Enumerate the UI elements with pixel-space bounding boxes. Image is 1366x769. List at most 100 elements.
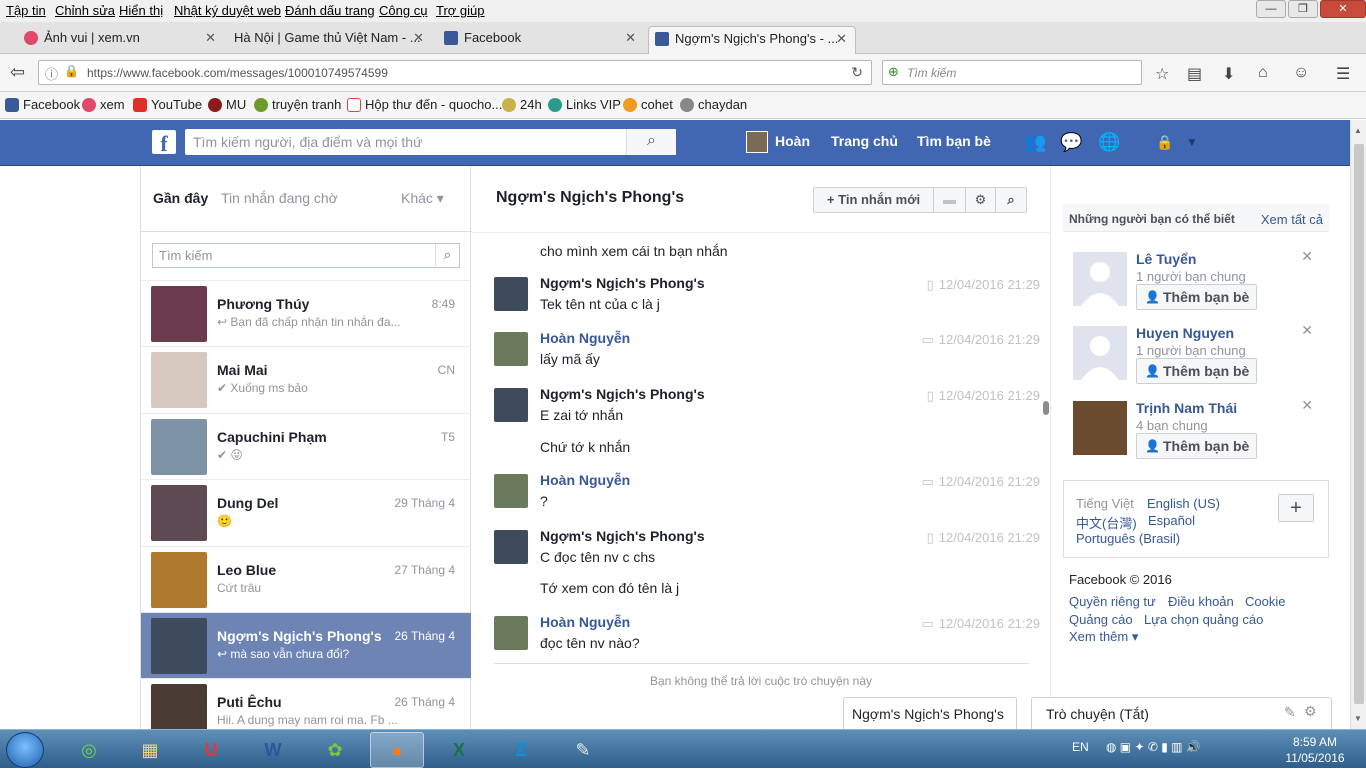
tab-recent[interactable]: Gần đây xyxy=(153,190,208,206)
tab-other[interactable]: Khác ▾ xyxy=(401,190,444,207)
restore-button[interactable]: ❐ xyxy=(1288,0,1318,18)
avatar[interactable] xyxy=(494,616,528,650)
mutual-friends[interactable]: 1 người bạn chung xyxy=(1136,269,1246,284)
conversation-item[interactable]: Phương Thúy 8:49 ↩ Bạn đã chấp nhận tin nh… xyxy=(141,280,471,346)
avatar[interactable] xyxy=(494,474,528,508)
dismiss-icon[interactable]: ✕ xyxy=(1301,248,1313,265)
message-sender[interactable]: Hoàn Nguyễn xyxy=(540,614,630,630)
menu-icon[interactable]: ☰ xyxy=(1336,64,1350,84)
dismiss-icon[interactable]: ✕ xyxy=(1301,322,1313,339)
explorer-icon[interactable]: ▦ xyxy=(123,732,177,768)
messages-icon[interactable]: 💬 xyxy=(1060,132,1082,153)
url-bar[interactable]: ⓘ 🔒 https://www.facebook.com/messages/10… xyxy=(38,60,872,85)
bookmark-chaydan[interactable]: chaydan xyxy=(680,97,747,112)
bookmark-youtube[interactable]: YouTube xyxy=(133,97,202,112)
avatar[interactable] xyxy=(494,277,528,311)
chat-status-bar[interactable]: Trò chuyện (Tắt) ✎ ⚙ xyxy=(1031,697,1332,729)
new-message-button[interactable]: + Tin nhắn mới xyxy=(814,188,934,212)
tab-facebook[interactable]: Facebook ✕ xyxy=(438,26,644,54)
minimize-button[interactable]: — xyxy=(1256,0,1286,18)
message-scrollbar-thumb[interactable] xyxy=(1043,401,1049,415)
search-engine-icon[interactable]: ⊕ xyxy=(888,64,899,80)
language-english[interactable]: English (US) xyxy=(1147,496,1220,511)
bookmark-xem[interactable]: xem xyxy=(82,97,125,112)
download-icon[interactable]: ⬇ xyxy=(1222,64,1235,84)
start-button[interactable] xyxy=(6,732,44,768)
chat-icon[interactable]: ☺ xyxy=(1293,64,1309,82)
clock[interactable]: 8:59 AM 11/05/2016 xyxy=(1275,734,1355,766)
conversation-item[interactable]: Mai Mai CN ✔ Xuống ms bảo xyxy=(141,346,471,412)
firefox-icon[interactable]: ● xyxy=(370,732,424,768)
excel-icon[interactable]: X xyxy=(432,732,486,768)
privacy-link[interactable]: Quyền riêng tư xyxy=(1069,594,1156,609)
bookmark-linksvip[interactable]: Links VIP xyxy=(548,97,621,112)
coccoc-icon[interactable]: ◎ xyxy=(62,732,116,768)
search-icon[interactable]: ⌕ xyxy=(996,188,1026,212)
search-icon[interactable]: ⌕ xyxy=(626,129,676,155)
avatar[interactable] xyxy=(494,332,528,366)
conversation-search-input[interactable]: Tìm kiếm ⌕ xyxy=(152,243,460,268)
back-icon[interactable]: ⇦ xyxy=(10,62,25,83)
gear-icon[interactable]: ⚙ xyxy=(966,188,996,212)
default-avatar[interactable] xyxy=(1073,252,1127,306)
scroll-down-icon[interactable]: ▼ xyxy=(1354,714,1362,723)
tab-gamethu[interactable]: Hà Nội | Game thủ Việt Nam - ... ✕ xyxy=(208,26,432,54)
find-friends-link[interactable]: Tìm bạn bè xyxy=(917,133,991,149)
message-sender[interactable]: Hoàn Nguyễn xyxy=(540,472,630,488)
ads-link[interactable]: Quảng cáo xyxy=(1069,612,1133,627)
reload-icon[interactable]: ↻ xyxy=(851,64,863,81)
avatar[interactable] xyxy=(1073,401,1127,455)
menu-edit[interactable]: Chỉnh sửa xyxy=(55,3,115,18)
see-more-link[interactable]: Xem thêm ▾ xyxy=(1069,629,1138,645)
page-scrollbar[interactable]: ▲ ▼ xyxy=(1350,120,1366,729)
avatar[interactable] xyxy=(746,131,768,153)
suggestion-name[interactable]: Huyen Nguyen xyxy=(1136,325,1234,341)
menu-bookmarks[interactable]: Đánh dấu trang xyxy=(285,3,375,18)
add-friend-button[interactable]: 👤 Thêm bạn bè xyxy=(1136,284,1257,310)
avatar[interactable] xyxy=(494,530,528,564)
home-icon[interactable]: ⌂ xyxy=(1258,64,1268,82)
avatar[interactable] xyxy=(494,388,528,422)
language-spanish[interactable]: Español xyxy=(1148,513,1195,528)
paint-icon[interactable]: ✎ xyxy=(556,732,610,768)
word-icon[interactable]: W xyxy=(246,732,300,768)
close-tab-icon[interactable]: ✕ xyxy=(413,26,424,50)
bookmark-truyen[interactable]: truyện tranh xyxy=(254,97,341,112)
search-icon[interactable]: ⌕ xyxy=(435,244,459,267)
scroll-up-icon[interactable]: ▲ xyxy=(1354,126,1362,135)
unikey-icon[interactable]: U xyxy=(184,732,238,768)
close-tab-icon[interactable]: ✕ xyxy=(625,26,636,50)
home-link[interactable]: Trang chủ xyxy=(831,133,898,149)
tab-pending[interactable]: Tin nhắn đang chờ xyxy=(221,190,338,206)
cookie-link[interactable]: Cookie xyxy=(1245,594,1285,609)
tab-messages[interactable]: Ngợm's Ngịch's Phong's - ... ✕ xyxy=(648,26,856,54)
bookmark-24h[interactable]: 24h xyxy=(502,97,542,112)
menu-tools[interactable]: Công cụ xyxy=(379,3,427,18)
zalo-icon[interactable]: Z xyxy=(494,732,548,768)
suggestion-name[interactable]: Trịnh Nam Thái xyxy=(1136,400,1237,416)
gear-icon[interactable]: ⚙ xyxy=(1304,703,1317,720)
info-icon[interactable]: ⓘ xyxy=(45,64,58,83)
star-icon[interactable]: ☆ xyxy=(1155,64,1169,84)
mutual-friends[interactable]: 4 bạn chung xyxy=(1136,418,1208,433)
fb-search-input[interactable]: Tìm kiếm người, địa điểm và mọi thứ ⌕ xyxy=(185,129,676,155)
terms-link[interactable]: Điều khoản xyxy=(1168,594,1234,609)
conversation-item[interactable]: Ngợm's Ngịch's Phong's 26 Tháng 4 ↩ mà sao… xyxy=(141,612,471,678)
message-sender[interactable]: Ngợm's Ngịch's Phong's xyxy=(540,275,705,291)
menu-view[interactable]: Hiển thị xyxy=(119,3,163,18)
conversation-item[interactable]: Dung Del 29 Tháng 4 🙂 xyxy=(141,479,471,545)
account-menu-icon[interactable]: ▼ xyxy=(1186,135,1198,149)
friend-requests-icon[interactable]: 👥 xyxy=(1024,132,1046,153)
message-sender[interactable]: Hoàn Nguyễn xyxy=(540,330,630,346)
scrollbar-thumb[interactable] xyxy=(1354,144,1364,704)
dismiss-icon[interactable]: ✕ xyxy=(1301,397,1313,414)
language-chinese[interactable]: 中文(台灣) xyxy=(1076,513,1137,532)
see-all-link[interactable]: Xem tất cả xyxy=(1261,212,1323,227)
menu-file[interactable]: Tập tin xyxy=(6,3,46,18)
menu-history[interactable]: Nhật ký duyệt web xyxy=(174,3,281,18)
default-avatar[interactable] xyxy=(1073,326,1127,380)
privacy-shortcuts-icon[interactable]: 🔒 xyxy=(1156,134,1173,151)
message-sender[interactable]: Ngợm's Ngịch's Phong's xyxy=(540,386,705,402)
more-languages-button[interactable]: + xyxy=(1278,494,1314,522)
facebook-logo-icon[interactable]: f xyxy=(152,130,176,156)
